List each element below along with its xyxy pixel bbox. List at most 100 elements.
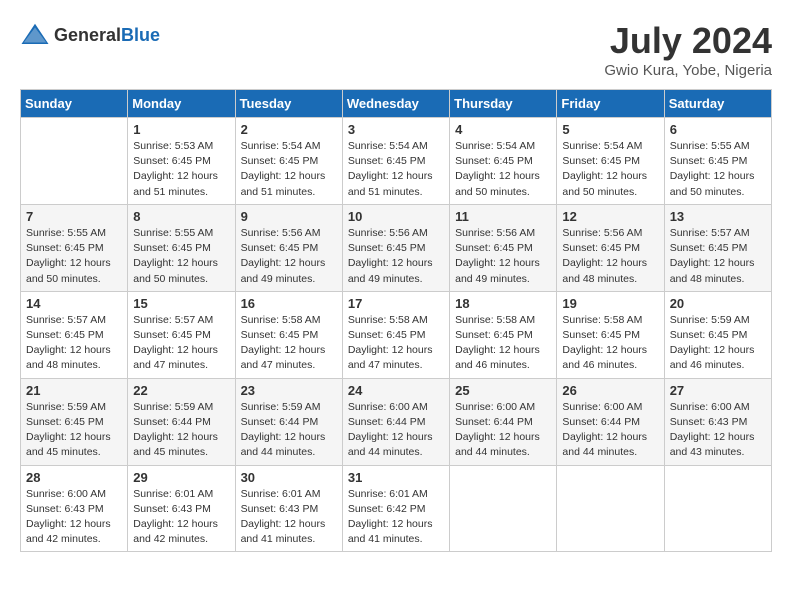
day-info: Sunrise: 6:00 AM Sunset: 6:43 PM Dayligh…: [670, 400, 766, 461]
calendar-cell: 5 Sunrise: 5:54 AM Sunset: 6:45 PM Daylig…: [557, 118, 664, 205]
day-number: 23: [241, 383, 337, 398]
day-number: 30: [241, 470, 337, 485]
calendar-cell: 30Sunrise: 6:01 AM Sunset: 6:43 PM Dayli…: [235, 465, 342, 552]
day-info: Sunrise: 5:58 AM Sunset: 6:45 PM Dayligh…: [455, 313, 551, 374]
calendar-cell: 27Sunrise: 6:00 AM Sunset: 6:43 PM Dayli…: [664, 378, 771, 465]
calendar-cell: 14 Sunrise: 5:57 AM Sunset: 6:45 PM Dayli…: [21, 291, 128, 378]
day-number: 31: [348, 470, 444, 485]
day-number: 4: [455, 122, 551, 137]
day-number: 22: [133, 383, 229, 398]
day-info: Sunrise: 6:01 AM Sunset: 6:42 PM Dayligh…: [348, 487, 444, 548]
header-day-tuesday: Tuesday: [235, 90, 342, 118]
calendar-cell: 1 Sunrise: 5:53 AM Sunset: 6:45 PM Daylig…: [128, 118, 235, 205]
day-number: 11: [455, 209, 551, 224]
logo-general-text: General: [54, 25, 121, 45]
day-number: 16: [241, 296, 337, 311]
calendar-week-row: 7 Sunrise: 5:55 AM Sunset: 6:45 PM Daylig…: [21, 204, 772, 291]
day-info: Sunrise: 5:55 AM Sunset: 6:45 PM Dayligh…: [670, 139, 766, 200]
day-info: Sunrise: 5:56 AM Sunset: 6:45 PM Dayligh…: [348, 226, 444, 287]
day-number: 25: [455, 383, 551, 398]
day-number: 26: [562, 383, 658, 398]
day-info: Sunrise: 5:57 AM Sunset: 6:45 PM Dayligh…: [670, 226, 766, 287]
calendar-cell: [664, 465, 771, 552]
day-info: Sunrise: 5:54 AM Sunset: 6:45 PM Dayligh…: [241, 139, 337, 200]
day-info: Sunrise: 5:57 AM Sunset: 6:45 PM Dayligh…: [26, 313, 122, 374]
calendar-cell: 22 Sunrise: 5:59 AM Sunset: 6:44 PM Dayli…: [128, 378, 235, 465]
calendar-cell: 8Sunrise: 5:55 AM Sunset: 6:45 PM Daylig…: [128, 204, 235, 291]
day-info: Sunrise: 6:00 AM Sunset: 6:43 PM Dayligh…: [26, 487, 122, 548]
calendar-cell: 6 Sunrise: 5:55 AM Sunset: 6:45 PM Daylig…: [664, 118, 771, 205]
day-number: 6: [670, 122, 766, 137]
day-number: 8: [133, 209, 229, 224]
day-info: Sunrise: 5:54 AM Sunset: 6:45 PM Dayligh…: [348, 139, 444, 200]
calendar-cell: 18 Sunrise: 5:58 AM Sunset: 6:45 PM Dayli…: [450, 291, 557, 378]
day-info: Sunrise: 6:00 AM Sunset: 6:44 PM Dayligh…: [455, 400, 551, 461]
calendar-cell: 16 Sunrise: 5:58 AM Sunset: 6:45 PM Dayli…: [235, 291, 342, 378]
header-day-thursday: Thursday: [450, 90, 557, 118]
day-number: 3: [348, 122, 444, 137]
calendar-cell: 24Sunrise: 6:00 AM Sunset: 6:44 PM Dayli…: [342, 378, 449, 465]
day-number: 29: [133, 470, 229, 485]
logo-icon: [20, 20, 50, 50]
calendar-cell: 19 Sunrise: 5:58 AM Sunset: 6:45 PM Dayli…: [557, 291, 664, 378]
day-number: 18: [455, 296, 551, 311]
day-info: Sunrise: 5:59 AM Sunset: 6:45 PM Dayligh…: [26, 400, 122, 461]
calendar-cell: 29 Sunrise: 6:01 AM Sunset: 6:43 PM Dayli…: [128, 465, 235, 552]
calendar-cell: 13 Sunrise: 5:57 AM Sunset: 6:45 PM Dayli…: [664, 204, 771, 291]
day-info: Sunrise: 6:00 AM Sunset: 6:44 PM Dayligh…: [348, 400, 444, 461]
day-info: Sunrise: 5:56 AM Sunset: 6:45 PM Dayligh…: [562, 226, 658, 287]
day-number: 28: [26, 470, 122, 485]
day-number: 7: [26, 209, 122, 224]
calendar-cell: 15 Sunrise: 5:57 AM Sunset: 6:45 PM Dayli…: [128, 291, 235, 378]
day-info: Sunrise: 5:59 AM Sunset: 6:45 PM Dayligh…: [670, 313, 766, 374]
calendar-week-row: 1 Sunrise: 5:53 AM Sunset: 6:45 PM Daylig…: [21, 118, 772, 205]
calendar-cell: 25 Sunrise: 6:00 AM Sunset: 6:44 PM Dayli…: [450, 378, 557, 465]
header-day-saturday: Saturday: [664, 90, 771, 118]
day-info: Sunrise: 5:58 AM Sunset: 6:45 PM Dayligh…: [241, 313, 337, 374]
calendar-header-row: SundayMondayTuesdayWednesdayThursdayFrid…: [21, 90, 772, 118]
day-number: 21: [26, 383, 122, 398]
day-info: Sunrise: 6:01 AM Sunset: 6:43 PM Dayligh…: [133, 487, 229, 548]
day-number: 20: [670, 296, 766, 311]
calendar-cell: [21, 118, 128, 205]
day-info: Sunrise: 5:55 AM Sunset: 6:45 PM Dayligh…: [26, 226, 122, 287]
calendar-cell: 23 Sunrise: 5:59 AM Sunset: 6:44 PM Dayli…: [235, 378, 342, 465]
calendar-cell: 10 Sunrise: 5:56 AM Sunset: 6:45 PM Dayli…: [342, 204, 449, 291]
header-day-sunday: Sunday: [21, 90, 128, 118]
day-info: Sunrise: 5:58 AM Sunset: 6:45 PM Dayligh…: [562, 313, 658, 374]
day-info: Sunrise: 5:54 AM Sunset: 6:45 PM Dayligh…: [562, 139, 658, 200]
day-number: 14: [26, 296, 122, 311]
day-info: Sunrise: 5:54 AM Sunset: 6:45 PM Dayligh…: [455, 139, 551, 200]
month-title: July 2024: [604, 20, 772, 62]
day-number: 12: [562, 209, 658, 224]
logo: GeneralBlue: [20, 20, 160, 50]
page-header: GeneralBlue July 2024 Gwio Kura, Yobe, N…: [20, 20, 772, 79]
day-info: Sunrise: 5:59 AM Sunset: 6:44 PM Dayligh…: [133, 400, 229, 461]
day-number: 9: [241, 209, 337, 224]
day-number: 2: [241, 122, 337, 137]
day-number: 10: [348, 209, 444, 224]
calendar-cell: [450, 465, 557, 552]
day-info: Sunrise: 5:57 AM Sunset: 6:45 PM Dayligh…: [133, 313, 229, 374]
calendar-cell: 7 Sunrise: 5:55 AM Sunset: 6:45 PM Daylig…: [21, 204, 128, 291]
calendar-cell: 20 Sunrise: 5:59 AM Sunset: 6:45 PM Dayli…: [664, 291, 771, 378]
day-info: Sunrise: 5:56 AM Sunset: 6:45 PM Dayligh…: [241, 226, 337, 287]
calendar-cell: 2 Sunrise: 5:54 AM Sunset: 6:45 PM Daylig…: [235, 118, 342, 205]
header-day-monday: Monday: [128, 90, 235, 118]
calendar-cell: 9 Sunrise: 5:56 AM Sunset: 6:45 PM Daylig…: [235, 204, 342, 291]
day-info: Sunrise: 6:00 AM Sunset: 6:44 PM Dayligh…: [562, 400, 658, 461]
day-number: 17: [348, 296, 444, 311]
day-info: Sunrise: 5:58 AM Sunset: 6:45 PM Dayligh…: [348, 313, 444, 374]
day-info: Sunrise: 5:59 AM Sunset: 6:44 PM Dayligh…: [241, 400, 337, 461]
day-number: 19: [562, 296, 658, 311]
calendar-cell: 31 Sunrise: 6:01 AM Sunset: 6:42 PM Dayli…: [342, 465, 449, 552]
calendar-week-row: 21 Sunrise: 5:59 AM Sunset: 6:45 PM Dayli…: [21, 378, 772, 465]
calendar-cell: [557, 465, 664, 552]
day-number: 1: [133, 122, 229, 137]
day-info: Sunrise: 5:53 AM Sunset: 6:45 PM Dayligh…: [133, 139, 229, 200]
calendar-cell: 26 Sunrise: 6:00 AM Sunset: 6:44 PM Dayli…: [557, 378, 664, 465]
day-number: 15: [133, 296, 229, 311]
calendar-cell: 3 Sunrise: 5:54 AM Sunset: 6:45 PM Daylig…: [342, 118, 449, 205]
day-number: 5: [562, 122, 658, 137]
day-number: 13: [670, 209, 766, 224]
